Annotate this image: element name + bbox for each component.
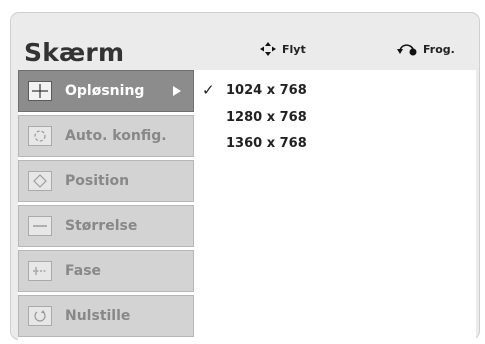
resolution-option[interactable]: ✓ 1024 x 768 <box>202 80 362 100</box>
auto-config-icon <box>28 126 52 146</box>
menu-item-storrelse[interactable]: Størrelse <box>18 205 194 247</box>
move-arrows-icon <box>260 42 276 56</box>
resolution-value: 1280 x 768 <box>226 109 307 125</box>
menu-item-label: Størrelse <box>65 218 138 234</box>
position-icon <box>28 171 52 191</box>
size-icon <box>28 216 52 236</box>
menu-item-label: Auto. konfig. <box>65 128 167 144</box>
checkmark-icon: ✓ <box>202 81 215 99</box>
resolution-option[interactable]: 1360 x 768 <box>202 133 362 153</box>
resolution-value: 1360 x 768 <box>226 135 307 151</box>
phase-icon <box>28 261 52 281</box>
menu-item-nulstille[interactable]: Nulstille <box>18 295 194 337</box>
back-label: Frog. <box>423 42 455 56</box>
menu-item-label: Nulstille <box>65 308 131 324</box>
menu-item-label: Opløsning <box>65 83 145 99</box>
reset-icon <box>28 306 52 326</box>
page-title: Skærm <box>24 38 125 67</box>
move-label: Flyt <box>282 42 306 56</box>
menu-item-auto-konfig[interactable]: Auto. konfig. <box>18 115 194 157</box>
menu-item-label: Position <box>65 173 130 189</box>
menu-item-fase[interactable]: Fase <box>18 250 194 292</box>
resolution-value: 1024 x 768 <box>226 82 307 98</box>
submenu-arrow-icon <box>173 86 181 96</box>
move-hint: Flyt <box>259 42 306 56</box>
return-icon <box>397 44 417 56</box>
resolution-option[interactable]: 1280 x 768 <box>202 107 362 127</box>
crosshair-icon <box>28 81 52 101</box>
menu-item-oplosning[interactable]: Opløsning <box>18 70 194 112</box>
back-hint: Frog. <box>396 42 455 56</box>
menu-item-label: Fase <box>65 263 102 279</box>
menu-item-position[interactable]: Position <box>18 160 194 202</box>
